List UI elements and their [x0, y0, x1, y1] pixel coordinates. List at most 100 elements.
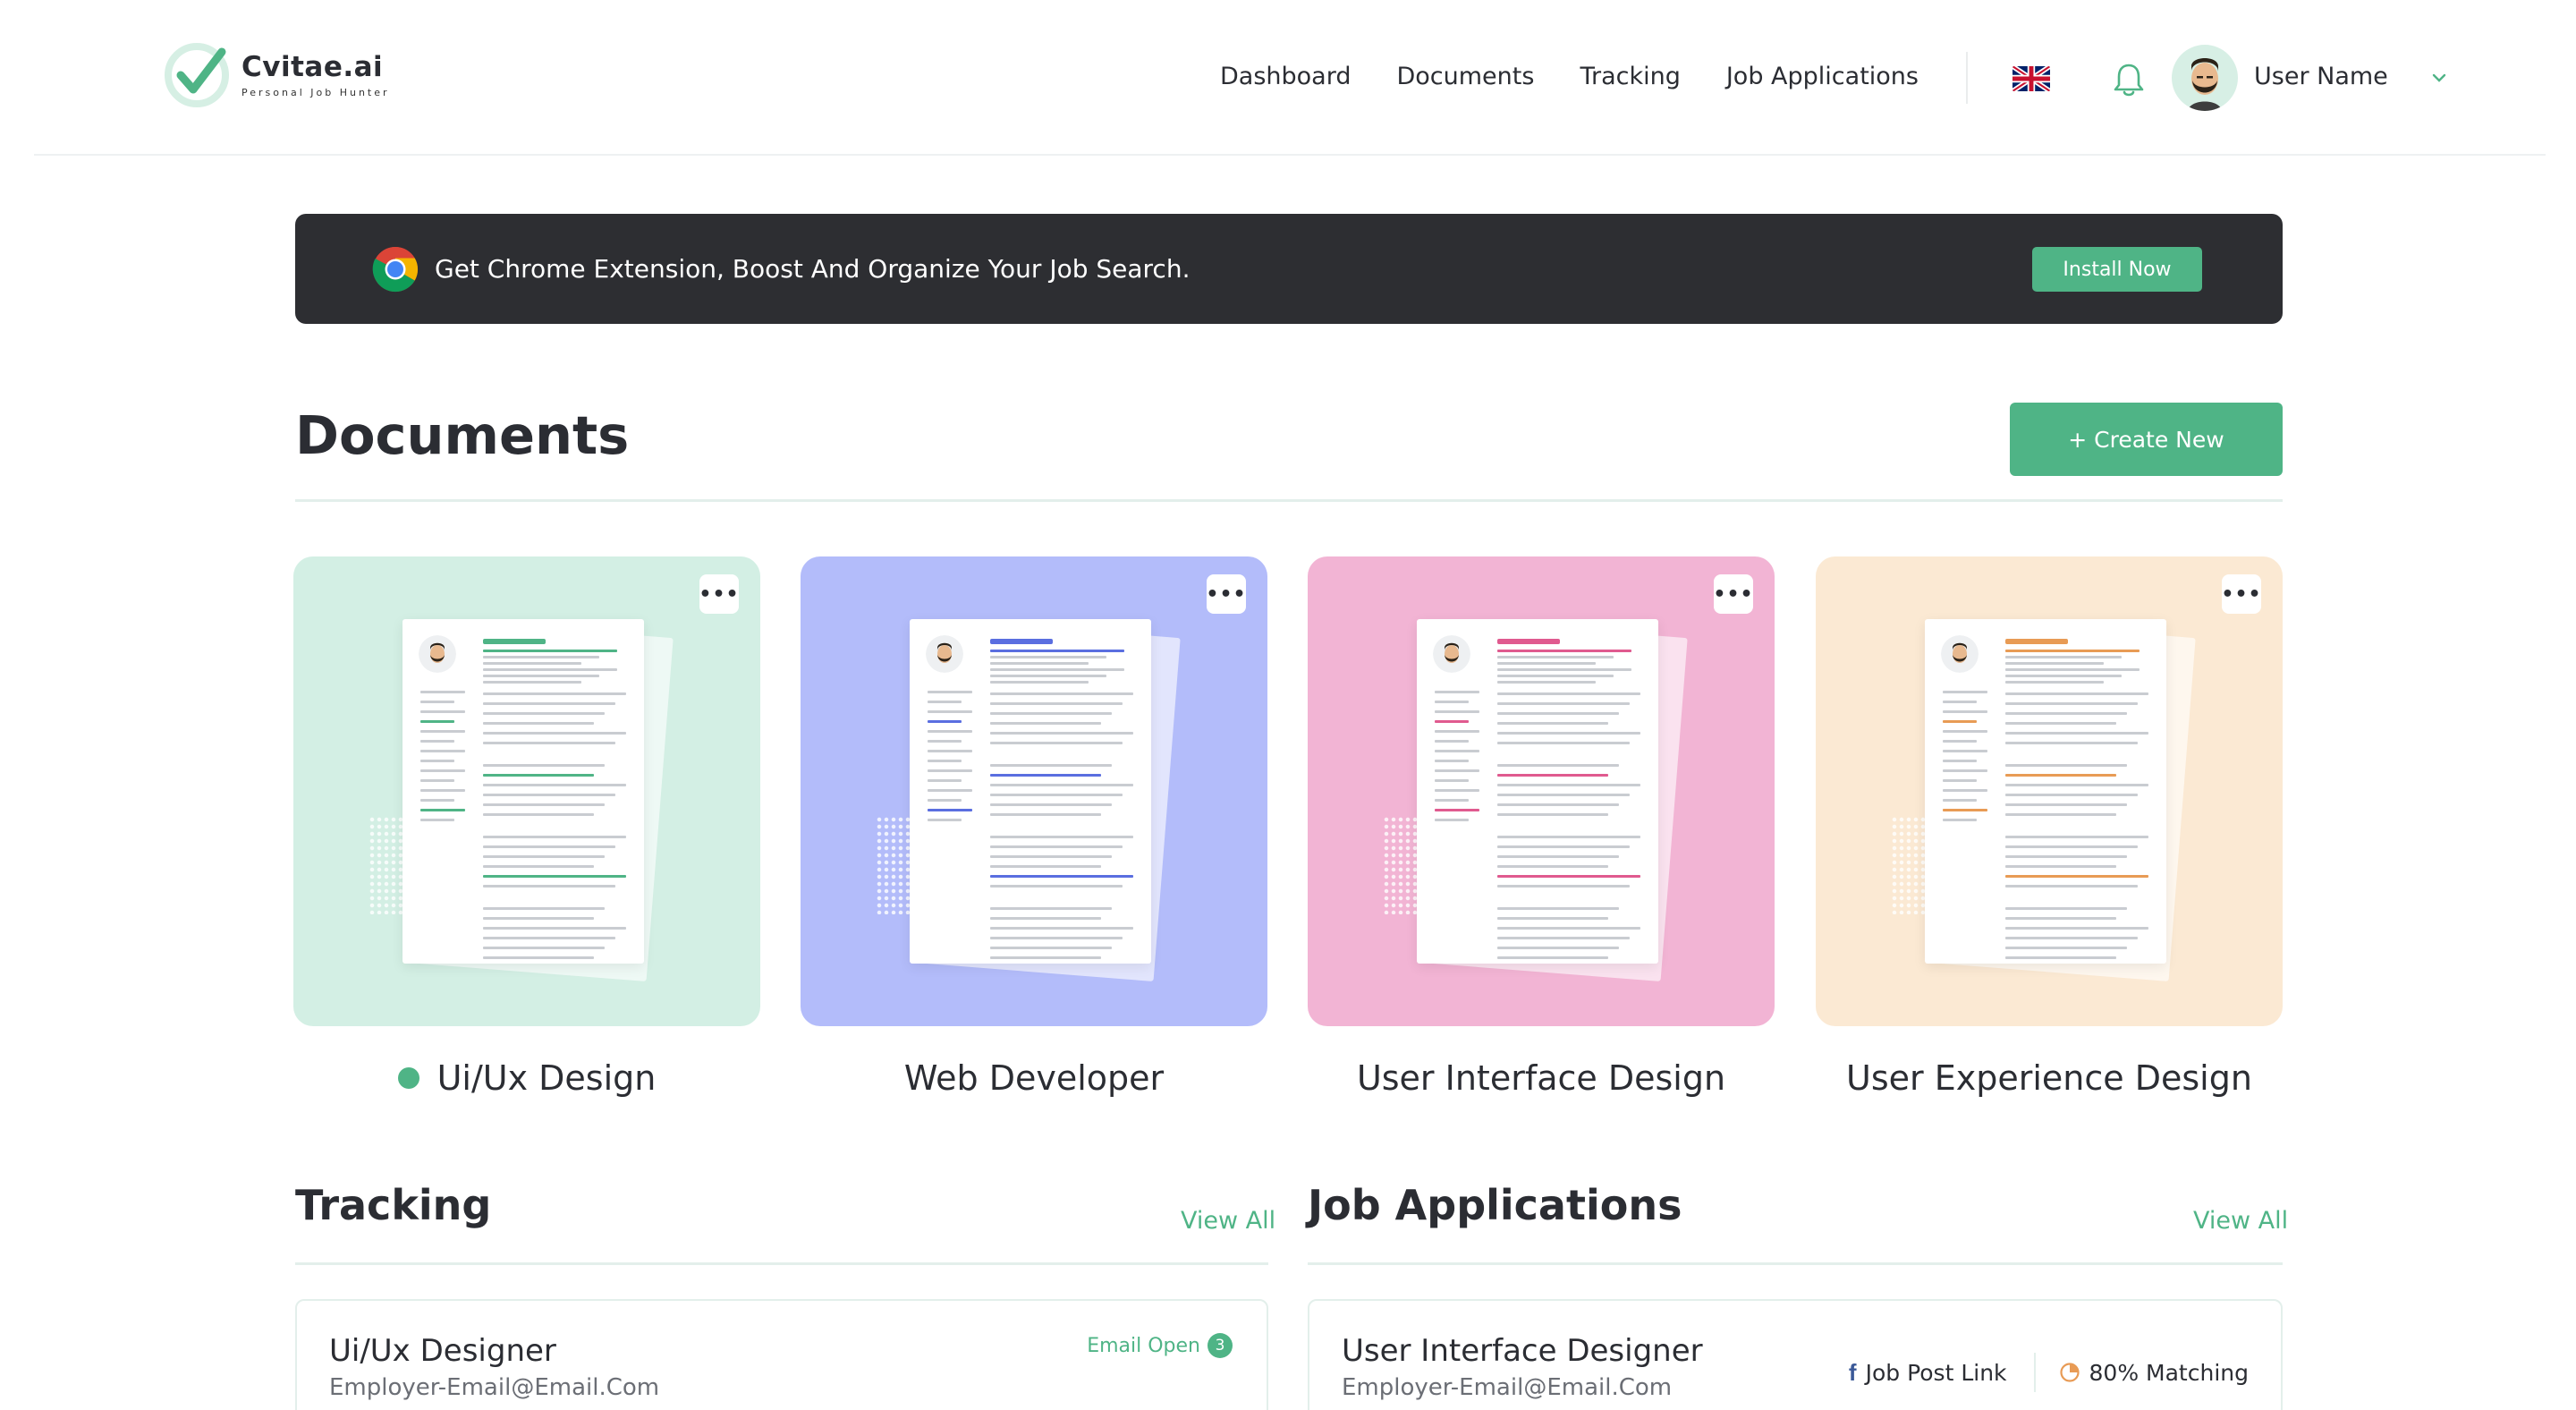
- bell-icon[interactable]: [2111, 61, 2147, 98]
- resume-text-line: [990, 656, 1106, 658]
- resume-text-line: [2005, 692, 2148, 695]
- resume-text-line: [483, 794, 615, 796]
- document-card-ui-ux-design[interactable]: •••: [293, 556, 760, 1026]
- resume-text-line: [2005, 907, 2127, 910]
- resume-text-line: [1435, 750, 1479, 752]
- tracking-divider: [295, 1262, 1268, 1265]
- resume-text-line: [1943, 710, 1987, 713]
- document-card-user-interface-design[interactable]: •••: [1308, 556, 1775, 1026]
- chrome-icon: [372, 246, 419, 293]
- resume-text-line: [420, 730, 465, 733]
- email-open-count-badge: 3: [1208, 1333, 1233, 1358]
- resume-text-line: [1943, 730, 1987, 733]
- document-card-web-developer[interactable]: •••: [801, 556, 1267, 1026]
- dot-pattern: [1891, 816, 1927, 914]
- resume-text-line: [420, 750, 465, 752]
- install-now-button[interactable]: Install Now: [2032, 247, 2202, 292]
- resume-text-line: [1435, 769, 1479, 772]
- document-label-user-interface-design[interactable]: User Interface Design: [1308, 1058, 1775, 1098]
- document-label-web-developer[interactable]: Web Developer: [801, 1058, 1267, 1098]
- resume-text-line: [420, 779, 454, 782]
- logo-check-icon: [165, 39, 229, 109]
- resume-text-line: [990, 764, 1112, 767]
- logo[interactable]: Cvitae.ai Personal Job Hunter: [165, 39, 390, 109]
- resume-text-line: [2005, 668, 2140, 671]
- email-open-label: Email Open: [1087, 1334, 1200, 1357]
- resume-text-line: [2005, 774, 2116, 777]
- uk-flag-icon[interactable]: [2012, 66, 2050, 91]
- email-open-status: Email Open 3: [1087, 1333, 1233, 1358]
- resume-text-line: [1497, 650, 1631, 652]
- resume-text-line: [483, 702, 615, 705]
- resume-text-line: [483, 937, 615, 939]
- resume-text-line: [2005, 845, 2138, 848]
- resume-text-line: [483, 885, 615, 888]
- create-new-button[interactable]: + Create New: [2010, 403, 2283, 476]
- resume-text-line: [483, 662, 581, 665]
- tracking-view-all-link[interactable]: View All: [1181, 1207, 1275, 1235]
- resume-text-line: [928, 769, 972, 772]
- resume-text-line: [990, 927, 1133, 930]
- document-label-user-experience-design[interactable]: User Experience Design: [1816, 1058, 2283, 1098]
- resume-text-line: [1943, 799, 1977, 802]
- more-options-icon[interactable]: •••: [2221, 574, 2261, 614]
- nav-divider: [1966, 52, 1968, 104]
- resume-text-line: [990, 675, 1106, 677]
- document-label-text: Ui/Ux Design: [436, 1058, 657, 1098]
- more-options-icon[interactable]: •••: [1206, 574, 1246, 614]
- resume-text-line: [483, 855, 605, 858]
- resume-text-line: [1943, 779, 1977, 782]
- resume-text-line: [420, 710, 465, 713]
- nav-job-applications[interactable]: Job Applications: [1726, 63, 1919, 90]
- logo-name: Cvitae.ai: [242, 50, 384, 83]
- resume-text-line: [420, 769, 465, 772]
- resume-text-line: [928, 710, 972, 713]
- job-application-item[interactable]: User Interface Designer Employer-Email@E…: [1308, 1299, 2283, 1410]
- resume-text-line: [483, 692, 626, 695]
- resume-text-line: [420, 789, 465, 792]
- resume-text-line: [2005, 681, 2104, 684]
- job-applications-view-all-link[interactable]: View All: [2193, 1207, 2288, 1235]
- logo-tagline: Personal Job Hunter: [242, 86, 390, 98]
- resume-text-line: [1943, 720, 1977, 723]
- tracking-item[interactable]: Ui/Ux Designer Employer-Email@Email.Com …: [295, 1299, 1268, 1410]
- resume-text-line: [1943, 789, 1987, 792]
- resume-name-line: [990, 639, 1053, 644]
- more-options-icon[interactable]: •••: [1713, 574, 1753, 614]
- resume-text-line: [990, 681, 1089, 684]
- job-post-link[interactable]: Job Post Link: [1866, 1360, 2007, 1386]
- resume-text-line: [990, 907, 1112, 910]
- resume-text-line: [420, 799, 454, 802]
- document-label-ui-ux-design[interactable]: Ui/Ux Design: [293, 1058, 760, 1098]
- document-card-user-experience-design[interactable]: •••: [1816, 556, 2283, 1026]
- nav-dashboard[interactable]: Dashboard: [1220, 63, 1351, 90]
- resume-text-line: [483, 927, 626, 930]
- resume-text-line: [483, 668, 617, 671]
- resume-text-line: [420, 720, 454, 723]
- chevron-down-icon[interactable]: [2429, 68, 2449, 88]
- resume-text-line: [1497, 692, 1640, 695]
- resume-text-line: [990, 937, 1123, 939]
- resume-text-line: [483, 764, 605, 767]
- resume-text-line: [928, 760, 962, 762]
- resume-text-line: [2005, 702, 2138, 705]
- resume-text-line: [483, 681, 581, 684]
- resume-text-line: [1435, 799, 1469, 802]
- resume-text-line: [1497, 681, 1596, 684]
- resume-text-line: [1497, 742, 1630, 744]
- user-avatar[interactable]: [2172, 45, 2238, 111]
- resume-text-line: [928, 701, 962, 703]
- more-options-icon[interactable]: •••: [699, 574, 739, 614]
- resume-text-line: [2005, 885, 2138, 888]
- banner-text: Get Chrome Extension, Boost And Organize…: [435, 254, 1191, 284]
- resume-text-line: [1497, 907, 1619, 910]
- resume-text-line: [483, 742, 615, 744]
- resume-text-line: [483, 675, 599, 677]
- nav-documents[interactable]: Documents: [1396, 63, 1534, 90]
- nav-tracking[interactable]: Tracking: [1580, 63, 1680, 90]
- resume-preview: [1925, 619, 2166, 964]
- resume-text-line: [483, 722, 594, 725]
- resume-text-line: [1943, 740, 1977, 743]
- resume-text-line: [483, 865, 594, 868]
- user-name[interactable]: User Name: [2254, 63, 2388, 90]
